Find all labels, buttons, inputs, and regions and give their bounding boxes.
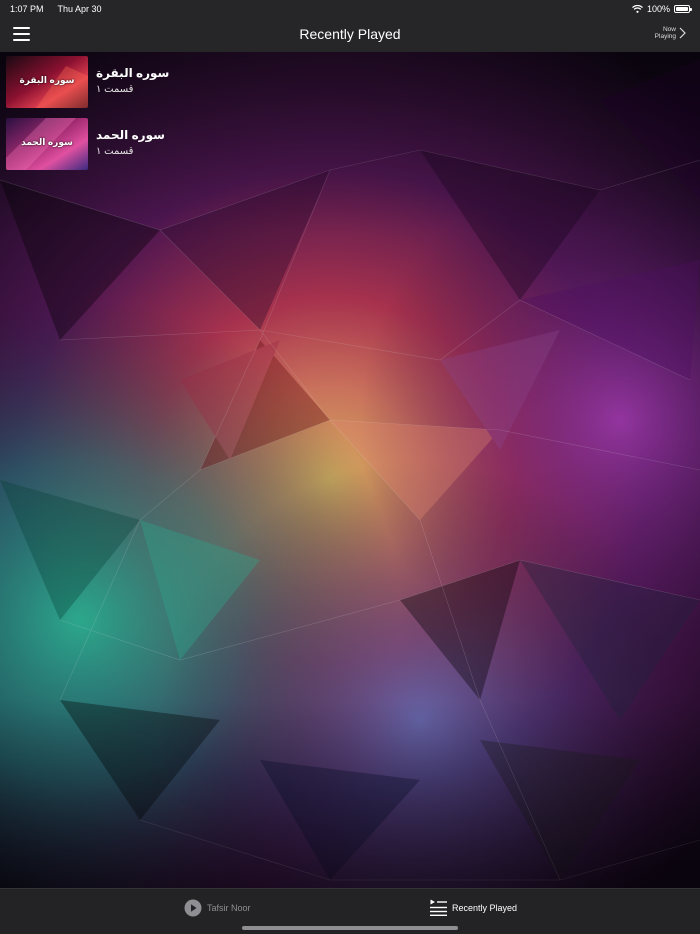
thumbnail-title: سوره البقرة	[19, 75, 75, 85]
item-title: سوره البقرة	[96, 66, 170, 80]
list-item[interactable]: سوره الحمد سوره الحمد قسمت ۱	[0, 114, 700, 176]
tab-recently-played[interactable]: Recently Played	[430, 899, 517, 916]
home-indicator[interactable]	[242, 926, 458, 930]
tab-tafsir-noor[interactable]: Tafsir Noor	[184, 899, 251, 917]
tab-bar: Tafsir Noor Recently Played	[0, 888, 700, 934]
recently-played-list: سوره البقرة سوره البقرة قسمت ۱ سوره الحم…	[0, 52, 700, 176]
battery-percent: 100%	[646, 3, 670, 14]
playlist-icon	[430, 899, 447, 916]
play-circle-icon	[184, 899, 202, 917]
tab-label: Recently Played	[452, 902, 518, 913]
navigation-bar: Recently Played Now Playing	[0, 17, 700, 52]
item-subtitle: قسمت ۱	[96, 146, 134, 157]
episode-thumbnail: سوره البقرة	[6, 56, 88, 108]
list-item[interactable]: سوره البقرة سوره البقرة قسمت ۱	[0, 52, 700, 114]
chevron-right-icon	[679, 27, 686, 39]
thumbnail-title: سوره الحمد	[21, 137, 73, 147]
wifi-icon	[632, 4, 643, 13]
status-date: Thu Apr 30	[57, 3, 102, 14]
item-title: سوره الحمد	[96, 128, 165, 142]
episode-thumbnail: سوره الحمد	[6, 118, 88, 170]
status-bar: 1:07 PM Thu Apr 30 100%	[0, 0, 700, 17]
item-subtitle: قسمت ۱	[96, 84, 134, 95]
tab-label: Tafsir Noor	[207, 903, 251, 913]
status-time: 1:07 PM	[10, 3, 44, 14]
page-title: Recently Played	[299, 26, 401, 42]
now-playing-label: Now Playing	[654, 26, 676, 40]
now-playing-button[interactable]: Now Playing	[650, 26, 686, 40]
battery-level	[676, 6, 688, 11]
battery-icon	[674, 4, 692, 13]
